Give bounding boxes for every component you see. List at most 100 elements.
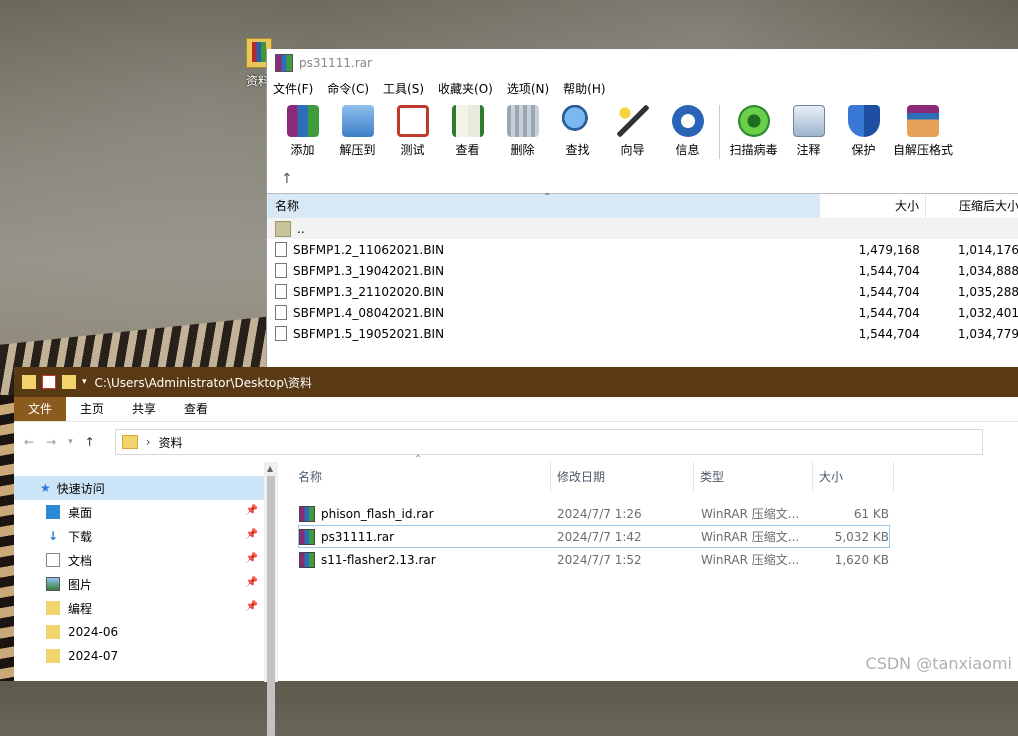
file-row[interactable]: phison_flash_id.rar 2024/7/7 1:26 WinRAR…: [298, 502, 890, 525]
pin-icon[interactable]: 📌: [246, 505, 258, 516]
folder-icon: [22, 375, 36, 389]
pin-icon[interactable]: 📌: [246, 577, 258, 588]
comment-button[interactable]: 注释: [781, 105, 836, 158]
virus-scan-icon: [737, 105, 770, 137]
pin-icon[interactable]: 📌: [246, 529, 258, 540]
pictures-icon: [46, 577, 60, 591]
info-button[interactable]: 信息: [660, 105, 715, 158]
address-bar[interactable]: › 资料: [114, 429, 983, 455]
magnifier-icon: [561, 105, 594, 137]
star-icon: ★: [40, 481, 51, 495]
add-archive-icon: [286, 105, 319, 137]
nav-quick-access[interactable]: ★ 快速访问: [14, 476, 264, 500]
nav-item-documents[interactable]: 文档 📌: [14, 548, 264, 572]
protect-button[interactable]: 保护: [836, 105, 891, 158]
file-list-header: ⌃ 名称 修改日期 类型 大小: [278, 454, 1018, 492]
explorer-window: ▾ C:\Users\Administrator\Desktop\资料 文件 主…: [14, 367, 1018, 736]
menu-help[interactable]: 帮助(H): [563, 80, 605, 97]
file-icon: [275, 284, 287, 299]
archive-file-row[interactable]: SBFMP1.2_11062021.BIN 1,479,168 1,014,17…: [267, 239, 1018, 260]
up-arrow-icon[interactable]: ↑: [85, 435, 95, 449]
archive-file-row[interactable]: SBFMP1.4_08042021.BIN 1,544,704 1,032,40…: [267, 302, 1018, 323]
column-date-modified[interactable]: 修改日期: [551, 462, 694, 492]
file-row[interactable]: s11-flasher2.13.rar 2024/7/7 1:52 WinRAR…: [298, 548, 890, 571]
menu-options[interactable]: 选项(N): [507, 80, 549, 97]
up-level-button[interactable]: ↑: [267, 165, 1018, 194]
rar-file-icon: [299, 528, 315, 545]
tab-home[interactable]: 主页: [66, 397, 118, 421]
menu-commands[interactable]: 命令(C): [327, 80, 369, 97]
scroll-up-icon[interactable]: ▲: [267, 464, 273, 473]
quick-access-dropdown-icon[interactable]: ▾: [82, 377, 87, 387]
winrar-window: ps31111.rar 文件(F) 命令(C) 工具(S) 收藏夹(O) 选项(…: [266, 49, 1018, 367]
folder-icon: [46, 625, 60, 639]
column-packed-size[interactable]: 压缩后大小: [925, 194, 1018, 218]
explorer-titlebar[interactable]: ▾ C:\Users\Administrator\Desktop\资料: [14, 367, 1018, 397]
pin-icon[interactable]: 📌: [246, 553, 258, 564]
extract-folder-icon: [341, 105, 374, 137]
wallpaper-zebra-edge: [0, 395, 14, 681]
view-button[interactable]: 查看: [440, 105, 495, 158]
add-button[interactable]: 添加: [275, 105, 330, 158]
nav-item-2024-06[interactable]: 2024-06: [14, 620, 264, 644]
extract-to-button[interactable]: 解压到: [330, 105, 385, 158]
file-icon: [275, 305, 287, 320]
delete-button[interactable]: 删除: [495, 105, 550, 158]
column-name[interactable]: 名称: [292, 462, 551, 492]
nav-scrollbar[interactable]: ▲: [264, 462, 278, 736]
file-row-selected[interactable]: ps31111.rar 2024/7/7 1:42 WinRAR 压缩文... …: [298, 525, 890, 548]
recent-dropdown-icon[interactable]: ▾: [68, 437, 73, 447]
archive-file-row[interactable]: SBFMP1.5_19052021.BIN 1,544,704 1,034,77…: [267, 323, 1018, 344]
winrar-title: ps31111.rar: [299, 56, 373, 70]
sfx-button[interactable]: 自解压格式: [891, 105, 955, 158]
new-folder-icon[interactable]: [62, 375, 76, 389]
up-arrow-icon: ↑: [281, 171, 293, 187]
pin-icon[interactable]: 📌: [246, 601, 258, 612]
back-arrow-icon[interactable]: ←: [24, 435, 34, 449]
tab-view[interactable]: 查看: [170, 397, 222, 421]
nav-item-downloads[interactable]: ↓ 下载 📌: [14, 524, 264, 548]
menu-favorites[interactable]: 收藏夹(O): [438, 80, 493, 97]
explorer-title: C:\Users\Administrator\Desktop\资料: [94, 375, 313, 390]
file-icon: [275, 242, 287, 257]
tab-file[interactable]: 文件: [14, 397, 67, 421]
test-button[interactable]: 测试: [385, 105, 440, 158]
nav-item-pictures[interactable]: 图片 📌: [14, 572, 264, 596]
nav-item-2024-07[interactable]: 2024-07: [14, 644, 264, 668]
winrar-list-header: ⌃ 名称 大小 压缩后大小: [267, 192, 1018, 218]
shield-icon: [847, 105, 880, 137]
forward-arrow-icon[interactable]: →: [46, 435, 56, 449]
address-bar-row: ← → ▾ ↑ › 资料: [14, 422, 1018, 462]
find-button[interactable]: 查找: [550, 105, 605, 158]
wizard-button[interactable]: 向导: [605, 105, 660, 158]
winrar-menubar: 文件(F) 命令(C) 工具(S) 收藏夹(O) 选项(N) 帮助(H): [267, 77, 1018, 99]
tab-share[interactable]: 共享: [118, 397, 170, 421]
sfx-box-icon: [907, 105, 939, 137]
explorer-ribbon: 文件 主页 共享 查看: [14, 397, 1018, 422]
document-icon: [46, 553, 60, 567]
column-size[interactable]: 大小: [819, 194, 926, 218]
watermark: CSDN @tanxiaomi: [865, 654, 1012, 673]
folder-icon: [121, 435, 138, 449]
winrar-titlebar[interactable]: ps31111.rar: [267, 49, 1018, 77]
comment-icon: [792, 105, 825, 137]
menu-tools[interactable]: 工具(S): [383, 80, 424, 97]
navigation-pane: ★ 快速访问 桌面 📌 ↓ 下载 📌 文档 📌 图片 📌 编程 📌 2024-0…: [14, 462, 264, 682]
properties-icon[interactable]: [42, 375, 56, 389]
nav-item-desktop[interactable]: 桌面 📌: [14, 500, 264, 524]
winrar-logo-icon: [275, 54, 293, 72]
download-icon: ↓: [47, 529, 59, 543]
sort-caret-icon: ⌃: [414, 454, 423, 465]
archive-file-row[interactable]: SBFMP1.3_19042021.BIN 1,544,704 1,034,88…: [267, 260, 1018, 281]
column-type[interactable]: 类型: [694, 462, 813, 492]
parent-folder-row[interactable]: ..: [267, 218, 1018, 239]
nav-item-programming[interactable]: 编程 📌: [14, 596, 264, 620]
parent-folder-icon: [275, 220, 291, 237]
info-icon: [671, 105, 704, 137]
column-size[interactable]: 大小: [813, 462, 894, 492]
menu-file[interactable]: 文件(F): [273, 80, 313, 97]
winrar-file-list: .. SBFMP1.2_11062021.BIN 1,479,168 1,014…: [267, 218, 1018, 344]
scroll-thumb[interactable]: [267, 476, 275, 736]
scan-virus-button[interactable]: 扫描病毒: [726, 105, 781, 158]
archive-file-row[interactable]: SBFMP1.3_21102020.BIN 1,544,704 1,035,28…: [267, 281, 1018, 302]
